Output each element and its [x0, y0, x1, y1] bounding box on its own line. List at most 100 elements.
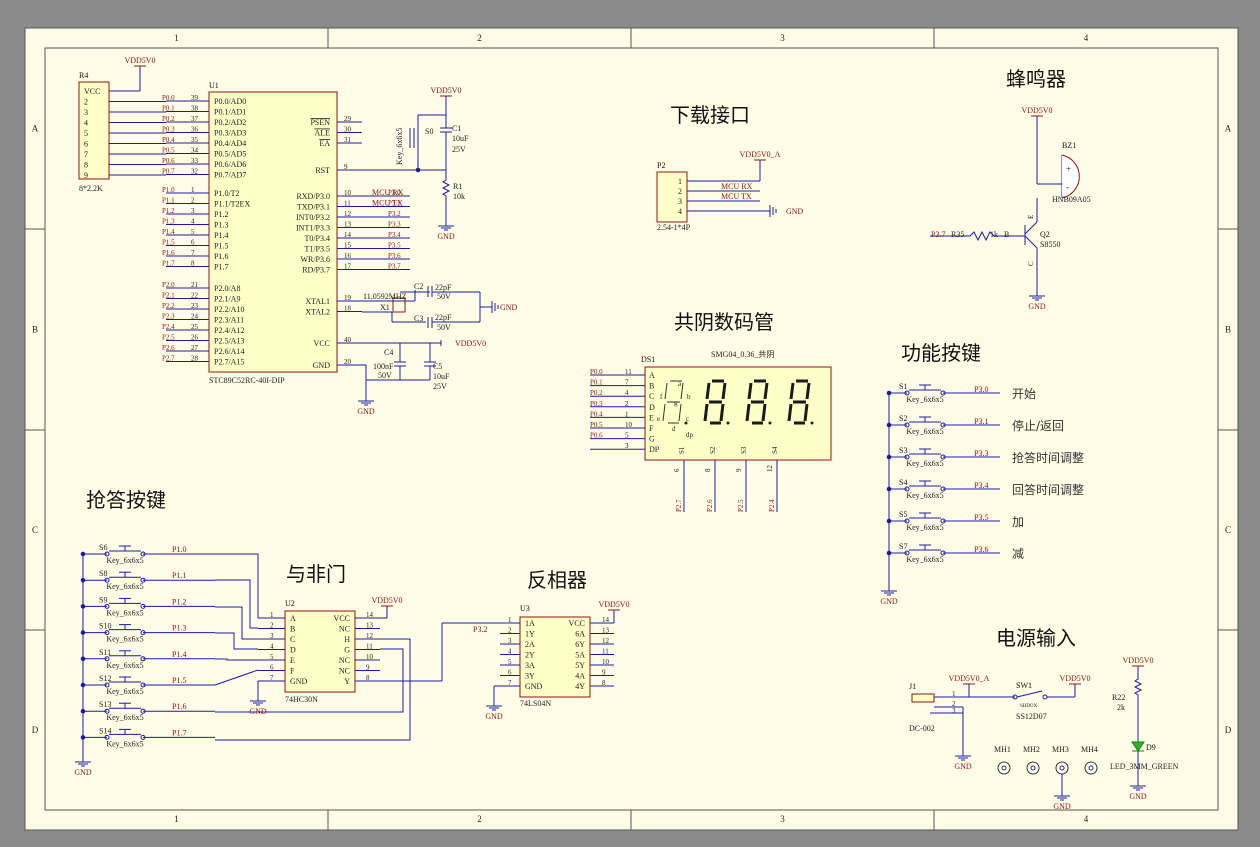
u2-pin-number: 7 — [270, 674, 274, 682]
frame-row-label: C — [1225, 525, 1231, 535]
u3-pin-number: 3 — [508, 637, 512, 645]
mounting-hole — [997, 761, 1011, 775]
power-net-label: VDD5V0 — [1122, 656, 1153, 665]
u1-part: STC89C52RC-40I-DIP — [209, 376, 285, 385]
switch-ref: S10 — [99, 622, 111, 631]
c3-value: 22pF — [435, 313, 452, 322]
net-label: P2.5 — [162, 334, 175, 342]
power-net-label: VDD5V0_A — [949, 674, 990, 683]
sw1-part: SS12D07 — [1016, 712, 1047, 721]
net-label: P3.1 — [974, 417, 988, 426]
u1-pin-number: 37 — [191, 115, 199, 123]
u1-pin-name: P2.5/A13 — [214, 337, 244, 346]
u1-pin-name: P0.1/AD1 — [214, 108, 246, 117]
switch-ref: S13 — [99, 700, 111, 709]
u2-pin-number: 12 — [366, 632, 374, 640]
frame-column-label: 2 — [477, 814, 482, 824]
segment-label: c — [686, 415, 689, 423]
c5-ref: C5 — [433, 362, 442, 371]
mounting-hole-label: MH1 — [994, 745, 1011, 754]
net-label: P3.5 — [388, 242, 401, 250]
u2-pin-name: F — [290, 667, 295, 676]
buzzer-minus: - — [1066, 182, 1069, 192]
switch-part: Key_6x6x5 — [106, 739, 143, 748]
power-net-label: VDD5V0 — [1059, 674, 1090, 683]
r4-pin: 5 — [84, 129, 88, 138]
net-label: P0.7 — [162, 168, 175, 176]
frame-row-label: C — [32, 525, 38, 535]
gnd-label: GND — [786, 207, 804, 216]
power-net-label: VDD5V0 — [430, 86, 461, 95]
u2-pin-name: VCC — [334, 614, 350, 623]
u1-pin-name: EA — [319, 139, 330, 148]
net-label: P0.1 — [162, 105, 175, 113]
switch-part: Key_6x6x5 — [906, 523, 943, 532]
u3-ref: U3 — [520, 604, 530, 613]
net-label: MCU TX — [721, 192, 752, 201]
u1-pin-number: 20 — [344, 358, 352, 366]
r4-value: 8*2.2K — [79, 184, 103, 193]
u3-pin-number: 1 — [508, 616, 512, 624]
power-net-label: VDD5V0 — [1021, 106, 1052, 115]
frame-row-label: D — [1225, 725, 1232, 735]
power-net-label: VDD5V0 — [124, 56, 155, 65]
frame-row-label: B — [1225, 325, 1231, 335]
q2-part: S8550 — [1040, 240, 1060, 249]
ds1-pin-number: 4 — [625, 389, 629, 397]
net-label: P3.0 — [974, 385, 988, 394]
net-label: P1.7 — [172, 728, 186, 737]
u1-pin-name: INT0/P3.2 — [296, 213, 330, 222]
net-label: P0.2 — [590, 389, 603, 397]
q2-pin-b: B — [1004, 230, 1009, 239]
net-label: P3.6 — [974, 545, 988, 554]
c1-value: 10uF — [452, 134, 469, 143]
switch-ref: S12 — [99, 674, 111, 683]
s0-part: Key_6x6x5 — [395, 128, 404, 165]
u1-pin-name: P2.0/A8 — [214, 284, 240, 293]
u3-pin-number: 6 — [508, 669, 512, 677]
gnd-label: GND — [249, 707, 267, 716]
r4-pin: 2 — [84, 98, 88, 107]
u1-pin-number: 40 — [344, 336, 352, 344]
u1-pin-name: XTAL1 — [305, 297, 330, 306]
u1-pin-name: VCC — [314, 339, 330, 348]
u1-pin-name: T0/P3.4 — [304, 234, 330, 243]
r4-pin: VCC — [84, 87, 100, 96]
c4-value: 100nF — [373, 362, 394, 371]
c1-voltage: 25V — [452, 145, 466, 154]
gnd-label: GND — [954, 762, 972, 771]
u1-pin-name: P0.4/AD4 — [214, 139, 246, 148]
u3-pin-name: 5A — [575, 651, 585, 660]
switch-part: Key_6x6x5 — [106, 582, 143, 591]
u1-pin-name: P1.0/T2 — [214, 189, 240, 198]
u2-pin-number: 5 — [270, 653, 274, 661]
net-label: P3.6 — [388, 252, 401, 260]
section-title-buzzer: 蜂鸣器 — [1006, 67, 1066, 91]
u1-pin-name: P1.4 — [214, 231, 228, 240]
switch-ref: S5 — [899, 510, 907, 519]
r1-ref: R1 — [453, 182, 462, 191]
j1-pin: 3 — [952, 707, 956, 715]
u1-pin-number: 14 — [344, 231, 352, 239]
u1-pin-number: 10 — [344, 189, 352, 197]
j1-part: DC-002 — [909, 724, 935, 733]
ds1-pin-number: 12 — [766, 465, 774, 473]
switch-ref: S1 — [899, 382, 907, 391]
ds1-pin-number: 1 — [625, 410, 629, 418]
net-label: P2.4 — [162, 323, 175, 331]
gnd-label: GND — [485, 712, 503, 721]
net-label: P1.1 — [162, 197, 175, 205]
section-title-answer-keys: 抢答按键 — [86, 488, 166, 512]
u3-pin-number: 8 — [602, 679, 606, 687]
u3-pin-name: GND — [525, 682, 543, 691]
c5-value: 10uF — [433, 372, 450, 381]
net-label: P3.4 — [974, 481, 988, 490]
power-net-label: VDD5V0 — [455, 339, 486, 348]
net-label: P0.4 — [162, 136, 175, 144]
d9-part: LED_3MM_GREEN — [1110, 762, 1179, 771]
frame-column-label: 1 — [174, 33, 179, 43]
u1-pin-name: PSEN — [310, 118, 330, 127]
u3-pin-name: 2Y — [525, 651, 535, 660]
u1-pin-name: WR/P3.6 — [300, 255, 330, 264]
switch-part: Key_6x6x5 — [106, 661, 143, 670]
